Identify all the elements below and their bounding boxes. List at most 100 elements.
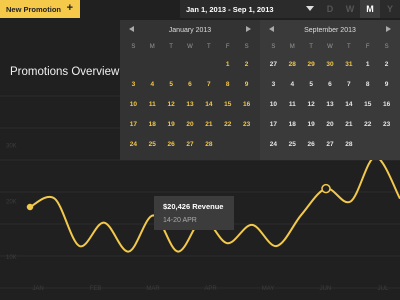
calendar-day[interactable]: 18: [283, 114, 302, 134]
calendar-day[interactable]: 9: [237, 74, 256, 94]
range-month-button[interactable]: M: [360, 0, 380, 18]
calendar-day[interactable]: 24: [264, 134, 283, 154]
weekday-label: F: [365, 44, 370, 50]
calendar-day[interactable]: 27: [321, 134, 340, 154]
range-week-button[interactable]: W: [340, 0, 360, 18]
calendar-header: January 2013: [124, 20, 256, 40]
calendar-days: 27 28 29 30 31 1 2 3 4 5 6 7 8 9 10 11 12 13 14 15 16 17 18 19 2…: [264, 54, 396, 154]
calendar-day[interactable]: 6: [181, 74, 200, 94]
weekday-label: S: [271, 44, 276, 50]
new-promotion-button[interactable]: New Promotion +: [0, 0, 80, 18]
weekday-label: T: [309, 44, 313, 50]
calendar-day[interactable]: 4: [143, 74, 162, 94]
chevron-left-icon[interactable]: [269, 26, 274, 32]
weekday-label: T: [207, 44, 211, 50]
calendar-weekdays: SMTWTFS: [264, 40, 396, 54]
chevron-right-icon[interactable]: [246, 26, 251, 32]
range-day-button[interactable]: D: [320, 0, 340, 18]
calendar-day[interactable]: 27: [181, 134, 200, 154]
calendar-day[interactable]: 10: [124, 94, 143, 114]
calendar-day[interactable]: 3: [264, 74, 283, 94]
chevron-right-icon[interactable]: [386, 26, 391, 32]
calendar-day[interactable]: 13: [321, 94, 340, 114]
calendar-day[interactable]: 12: [162, 94, 181, 114]
calendar-day[interactable]: 5: [162, 74, 181, 94]
calendar-day[interactable]: 20: [321, 114, 340, 134]
weekday-label: W: [327, 44, 333, 50]
calendar-day[interactable]: 26: [162, 134, 181, 154]
calendar-day[interactable]: 23: [377, 114, 396, 134]
calendar-day[interactable]: 30: [321, 54, 340, 74]
calendar-day[interactable]: 13: [181, 94, 200, 114]
calendar-day[interactable]: 27: [264, 54, 283, 74]
calendar-day[interactable]: 21: [199, 114, 218, 134]
calendar-day[interactable]: 17: [124, 114, 143, 134]
calendar-month-label: September 2013: [304, 26, 356, 34]
calendar-day[interactable]: 18: [143, 114, 162, 134]
calendar-day[interactable]: 23: [237, 114, 256, 134]
calendar-day[interactable]: 16: [377, 94, 396, 114]
calendar-day[interactable]: 3: [124, 74, 143, 94]
calendar-day[interactable]: 19: [302, 114, 321, 134]
calendar-day[interactable]: 8: [218, 74, 237, 94]
calendar-day[interactable]: 22: [218, 114, 237, 134]
calendar-day[interactable]: 2: [237, 54, 256, 74]
calendar-day[interactable]: 11: [143, 94, 162, 114]
calendar-day[interactable]: 26: [302, 134, 321, 154]
y-tick-label: 30K: [6, 144, 17, 150]
calendar-days: 1 2 3 4 5 6 7 8 9 10 11 12 13 14 15 16 17 18 19 20 21 22 23 24 2…: [124, 54, 256, 154]
calendar-day[interactable]: 28: [283, 54, 302, 74]
weekday-label: F: [225, 44, 230, 50]
calendar-day: [218, 134, 237, 154]
calendar-day[interactable]: 17: [264, 114, 283, 134]
calendar-day[interactable]: 22: [358, 114, 377, 134]
calendar-day[interactable]: 6: [321, 74, 340, 94]
calendar-day[interactable]: 21: [339, 114, 358, 134]
calendar-day[interactable]: 20: [181, 114, 200, 134]
calendar-day[interactable]: 1: [358, 54, 377, 74]
calendar-day[interactable]: 14: [199, 94, 218, 114]
calendar-day[interactable]: 25: [143, 134, 162, 154]
x-tick-label: FEB: [90, 286, 102, 292]
range-year-button[interactable]: Y: [380, 0, 400, 18]
calendar-day[interactable]: 4: [283, 74, 302, 94]
calendar-day: [358, 134, 377, 154]
tooltip-date: 14-20 APR: [163, 217, 197, 224]
calendar-day[interactable]: 7: [339, 74, 358, 94]
calendar-day[interactable]: 25: [283, 134, 302, 154]
calendar-day: [199, 54, 218, 74]
calendar-day[interactable]: 15: [358, 94, 377, 114]
x-tick-label: MAY: [262, 286, 275, 292]
new-promotion-label: New Promotion: [6, 4, 62, 14]
calendar-day[interactable]: 8: [358, 74, 377, 94]
calendar-day[interactable]: 2: [377, 54, 396, 74]
calendar-day[interactable]: 1: [218, 54, 237, 74]
data-point[interactable]: [26, 203, 34, 211]
calendar-header: September 2013: [264, 20, 396, 40]
y-tick-label: 20K: [6, 199, 17, 205]
chevron-left-icon[interactable]: [129, 26, 134, 32]
x-tick-label: JUN: [320, 286, 332, 292]
calendar-day[interactable]: 9: [377, 74, 396, 94]
calendar-day[interactable]: 11: [283, 94, 302, 114]
weekday-label: T: [347, 44, 351, 50]
data-point[interactable]: [321, 183, 331, 194]
calendar-day: [377, 134, 396, 154]
calendar-day[interactable]: 10: [264, 94, 283, 114]
calendar-day[interactable]: 29: [302, 54, 321, 74]
calendar-day[interactable]: 24: [124, 134, 143, 154]
calendar-day[interactable]: 15: [218, 94, 237, 114]
calendar-day[interactable]: 16: [237, 94, 256, 114]
calendar-day[interactable]: 5: [302, 74, 321, 94]
calendar-day[interactable]: 7: [199, 74, 218, 94]
calendar-day[interactable]: 28: [199, 134, 218, 154]
x-tick-label: JAN: [32, 286, 43, 292]
calendar-day[interactable]: 28: [339, 134, 358, 154]
date-range-selector[interactable]: Jan 1, 2013 - Sep 1, 2013: [180, 0, 320, 18]
calendar-day[interactable]: 14: [339, 94, 358, 114]
calendar-day[interactable]: 12: [302, 94, 321, 114]
plus-icon: +: [66, 2, 73, 14]
page-title: Promotions Overview: [10, 66, 120, 78]
calendar-day[interactable]: 19: [162, 114, 181, 134]
calendar-day[interactable]: 31: [339, 54, 358, 74]
